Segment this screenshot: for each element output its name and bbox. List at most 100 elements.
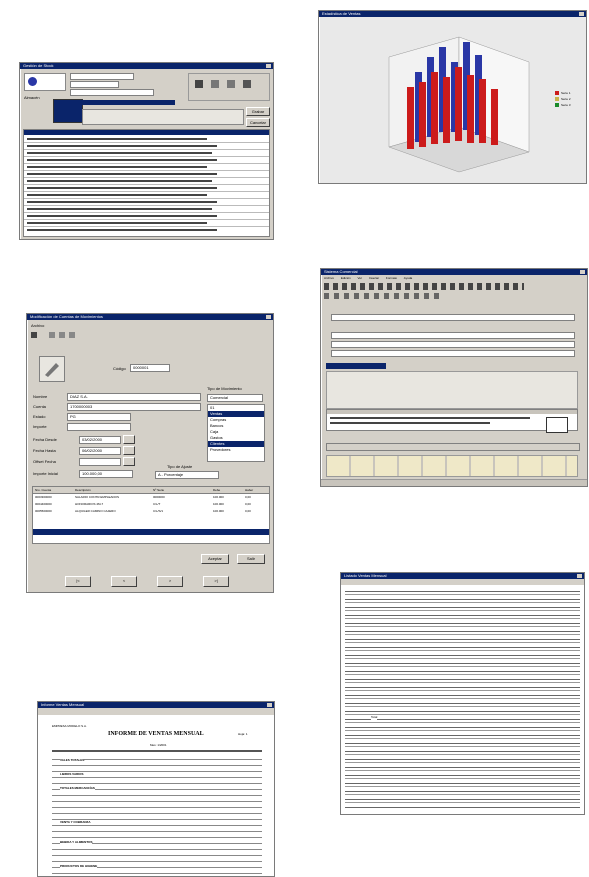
report-group: BEBIDA Y ALIMENTOS bbox=[60, 840, 93, 845]
window-report-list: Listado Ventas Mensual Total bbox=[340, 572, 585, 815]
erp-toolbar-1 bbox=[324, 283, 524, 290]
cuenta-field[interactable]: 1700000003 bbox=[67, 403, 201, 411]
menu-bar: Archivo Edición Ver Insertar Formato Ayu… bbox=[324, 276, 412, 281]
window-form-titlebar: Modificación de Cuentas de Movimientos bbox=[27, 314, 273, 320]
close-icon[interactable] bbox=[266, 64, 271, 68]
stock-field-2[interactable] bbox=[70, 81, 119, 88]
menu-item[interactable]: Ver bbox=[358, 276, 363, 280]
field-label-nombre: Nombre bbox=[33, 394, 48, 399]
report-toolbar bbox=[341, 579, 584, 585]
fecha-desde-field[interactable]: 03/02/2000 bbox=[79, 436, 121, 444]
window-erp: Sistema Comercial Archivo Edición Ver In… bbox=[320, 268, 588, 487]
field-label-cuenta: Cuenta bbox=[33, 404, 46, 409]
section-label: Almacén bbox=[24, 95, 40, 100]
report-group: TOTALES MERCANCÍAS bbox=[60, 786, 95, 791]
erp-grid[interactable] bbox=[326, 409, 578, 431]
window-sales-report: Informe Ventas Mensual EMPRESA MODELO S.… bbox=[37, 701, 275, 877]
report-group: PRODUCTOS DE HIGIENE bbox=[60, 864, 98, 869]
menu-item[interactable]: Archivo bbox=[324, 276, 334, 280]
nav-next-button[interactable]: > bbox=[157, 576, 183, 587]
stock-grid[interactable] bbox=[23, 129, 270, 237]
stock-field-3[interactable] bbox=[70, 89, 154, 96]
field-label-importe-inicial: Importe Inicial bbox=[33, 471, 58, 476]
accept-button[interactable]: Aceptar bbox=[201, 554, 229, 564]
filter-options bbox=[82, 109, 244, 125]
calendar-button[interactable] bbox=[123, 457, 135, 466]
erp-field-row2[interactable] bbox=[331, 332, 575, 339]
menu-archivo[interactable]: Archivo bbox=[31, 323, 44, 328]
close-icon[interactable] bbox=[580, 270, 585, 274]
exit-button[interactable]: Salir bbox=[237, 554, 265, 564]
column-header[interactable]: Nº Serie bbox=[153, 488, 164, 492]
erp-bottom-tabs[interactable] bbox=[326, 455, 578, 477]
stock-field-1[interactable] bbox=[70, 73, 134, 80]
menu-item[interactable]: Ayuda bbox=[404, 276, 412, 280]
report-toolbar bbox=[38, 708, 274, 715]
report-group: VENTA Y COBRANZA bbox=[60, 820, 91, 825]
window-stock: Gestión de Stock Almacén Grabar Cancelar bbox=[19, 62, 274, 240]
bar-chart-3d bbox=[388, 36, 530, 173]
erp-field-row1[interactable] bbox=[331, 314, 575, 321]
erp-field-row3[interactable] bbox=[331, 341, 575, 348]
report-subheading: Mes: 1/2001 bbox=[150, 743, 167, 747]
close-icon[interactable] bbox=[266, 315, 271, 319]
code-label: Código bbox=[113, 366, 126, 371]
report-lines bbox=[52, 756, 262, 874]
column-header[interactable]: Descripción bbox=[75, 488, 91, 492]
menu-item[interactable]: Insertar bbox=[369, 276, 379, 280]
close-icon[interactable] bbox=[267, 703, 272, 707]
toolbar bbox=[188, 73, 270, 101]
nav-last-button[interactable]: >| bbox=[203, 576, 229, 587]
erp-panel bbox=[326, 371, 578, 409]
chart-legend: Serie 1 Serie 2 Serie 3 bbox=[555, 91, 585, 111]
nav-first-button[interactable]: |< bbox=[65, 576, 91, 587]
fecha-hasta-field[interactable]: 06/02/2000 bbox=[79, 447, 121, 455]
report-subtotal-label: Total bbox=[371, 715, 378, 720]
code-field[interactable]: 0000001 bbox=[130, 364, 170, 372]
list-item[interactable]: Provedores bbox=[208, 447, 264, 453]
cancel-button[interactable]: Cancelar bbox=[246, 118, 270, 127]
selected-row[interactable] bbox=[33, 529, 269, 535]
report-page: Hoja: 1 bbox=[238, 732, 248, 736]
table-row[interactable]: 0004400000 HONORARIOS 4M-7 C/L/T 100.000 0… bbox=[33, 502, 269, 508]
save-button[interactable]: Grabar bbox=[246, 107, 270, 116]
close-icon[interactable] bbox=[577, 574, 582, 578]
offset-field[interactable] bbox=[79, 458, 121, 466]
field-label-fecha-hasta: Fecha Hasta bbox=[33, 448, 56, 453]
filter-bar[interactable] bbox=[75, 100, 175, 105]
logo bbox=[24, 73, 66, 91]
menu-item[interactable]: Formato bbox=[386, 276, 397, 280]
column-header[interactable]: Haber bbox=[245, 488, 253, 492]
window-stock-titlebar: Gestión de Stock bbox=[20, 63, 273, 69]
erp-dropdown[interactable] bbox=[546, 417, 568, 433]
tipo-movimiento-select[interactable]: Comercial bbox=[207, 394, 263, 402]
erp-totals bbox=[326, 443, 580, 451]
erp-section-header bbox=[326, 363, 386, 369]
menu-item[interactable]: Edición bbox=[341, 276, 351, 280]
table-row[interactable]: 0005500000 ALQUILER CAMINO CAJERO C/L/S/1… bbox=[33, 509, 269, 515]
accounts-table[interactable]: Nro. Cuenta Descripción Nº Serie Debe Ha… bbox=[32, 486, 270, 544]
erp-toolbar-2 bbox=[324, 293, 444, 299]
edit-icon bbox=[39, 356, 65, 382]
nav-prev-button[interactable]: < bbox=[111, 576, 137, 587]
calendar-button[interactable] bbox=[123, 435, 135, 444]
erp-field-row4[interactable] bbox=[331, 350, 575, 357]
tipo-ajuste-select[interactable]: A - Porcentaje bbox=[155, 471, 219, 479]
column-header[interactable]: Debe bbox=[213, 488, 220, 492]
tipo-ajuste-label: Tipo de Ajuste bbox=[167, 464, 193, 469]
status-bar bbox=[321, 479, 587, 486]
close-icon[interactable] bbox=[579, 12, 584, 16]
column-header[interactable]: Nro. Cuenta bbox=[35, 488, 51, 492]
movement-list[interactable]: 01 Ventas Compras Bancos Caja Gastos Cli… bbox=[207, 404, 265, 462]
report-heading: INFORME DE VENTAS MENSUAL bbox=[108, 731, 204, 737]
form-toolbar bbox=[31, 331, 111, 339]
calendar-button[interactable] bbox=[123, 446, 135, 455]
nombre-field[interactable]: DIAZ S.A. bbox=[67, 393, 201, 401]
estado-field[interactable]: PG bbox=[67, 413, 131, 421]
field-label-importe: Importe bbox=[33, 424, 47, 429]
table-row[interactable]: 0003300000 SALARIO CONTR.EMPLEADOS 000000… bbox=[33, 495, 269, 501]
importe-field[interactable] bbox=[67, 423, 131, 431]
importe-inicial-field[interactable]: 100.000,00 bbox=[79, 470, 133, 478]
report-body bbox=[345, 587, 580, 810]
report-columns bbox=[52, 750, 262, 752]
